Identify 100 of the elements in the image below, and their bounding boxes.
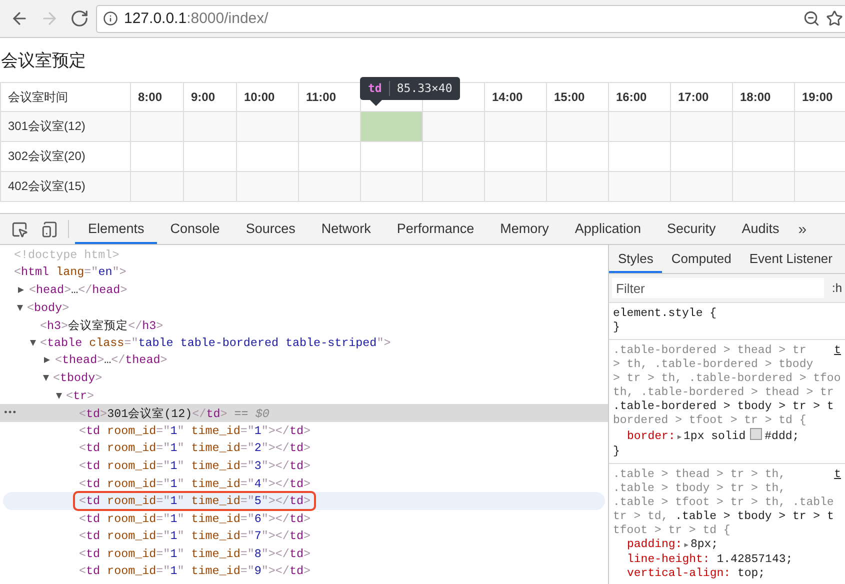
room-name-cell: 302会议室(20) <box>0 142 130 172</box>
dom-node-line[interactable]: <td room_id="1" time_id="8"></td> <box>73 544 316 564</box>
table-cell[interactable] <box>422 112 484 142</box>
table-cell[interactable] <box>484 142 546 172</box>
table-cell[interactable] <box>732 172 794 202</box>
css-selector-line: .table > tbody > tr > th, <box>613 482 786 496</box>
page-heading: 会议室预定 <box>1 50 87 72</box>
css-selector-line: > tr > th, .table-bordered > tfoo <box>613 372 841 386</box>
devtools-tab[interactable]: Sources <box>232 214 308 244</box>
color-swatch[interactable] <box>750 428 762 440</box>
table-cell[interactable] <box>298 142 360 172</box>
hover-state-toggle[interactable]: :h <box>832 281 842 295</box>
css-selector-line: tfoot > tr > td { <box>613 524 730 538</box>
table-cell[interactable] <box>484 172 546 202</box>
table-cell[interactable] <box>184 172 236 202</box>
table-cell[interactable] <box>670 142 732 172</box>
selected-dom-row[interactable]: ••• <td>301会议室(12)</td> == $0 <box>0 404 608 422</box>
closing-brace: } <box>613 445 621 459</box>
styles-pane-tab[interactable]: Event Listener <box>740 245 842 273</box>
css-selector-line: tr > td, .table > tbody > tr > t <box>613 510 834 524</box>
table-cell[interactable] <box>732 142 794 172</box>
table-cell[interactable] <box>422 142 484 172</box>
css-selector-line: .table-bordered > tbody > tr > t <box>613 400 834 414</box>
table-cell[interactable] <box>484 112 546 142</box>
table-cell[interactable] <box>360 172 422 202</box>
dom-node-line[interactable]: <head>…</head> <box>23 280 134 300</box>
stylesheet-link[interactable]: t <box>834 344 841 358</box>
tooltip-pointer <box>370 100 382 106</box>
url-text: 127.0.0.1:8000/index/ <box>124 10 268 27</box>
zoom-out-icon[interactable] <box>803 10 820 27</box>
highlighted-cell[interactable] <box>360 112 422 142</box>
disclosure-triangle-icon[interactable] <box>18 286 24 293</box>
table-cell[interactable] <box>608 142 670 172</box>
reload-icon[interactable] <box>70 9 88 28</box>
bookmark-star-icon[interactable] <box>826 10 843 27</box>
table-cell[interactable] <box>130 142 184 172</box>
dom-node-line[interactable]: <td room_id="1" time_id="7"></td> <box>73 526 316 546</box>
table-cell[interactable] <box>794 112 845 142</box>
table-cell[interactable] <box>236 172 298 202</box>
hovered-dom-row[interactable]: <td room_id="1" time_id="5"></td> <box>3 492 605 510</box>
devtools-tab[interactable]: Performance <box>384 214 488 244</box>
room-name-cell: 301会议室(12) <box>0 112 130 142</box>
dom-node-line[interactable]: <td room_id="1" time_id="3"></td> <box>73 456 316 476</box>
css-selector-line: .table > tfoot > tr > th, .table <box>613 496 834 510</box>
column-header: 会议室时间 <box>0 82 130 112</box>
disclosure-triangle-icon[interactable] <box>44 357 50 364</box>
table-cell[interactable] <box>670 172 732 202</box>
devtools-tab[interactable]: Security <box>654 214 729 244</box>
ellipsis-marker: ••• <box>3 408 16 418</box>
table-cell[interactable] <box>236 142 298 172</box>
css-selector-line: bordered > tfoot > tr > td { <box>613 414 806 428</box>
devtools-tab[interactable]: Console <box>157 214 233 244</box>
table-cell[interactable] <box>298 172 360 202</box>
closing-brace: } <box>613 321 621 335</box>
css-selector-line: .table-bordered > thead > tr <box>613 344 806 358</box>
stylesheet-link[interactable]: t <box>834 468 841 482</box>
table-cell[interactable] <box>608 172 670 202</box>
table-cell[interactable] <box>298 112 360 142</box>
devtools-tab[interactable]: Audits <box>728 214 792 244</box>
table-cell[interactable] <box>360 142 422 172</box>
table-cell[interactable] <box>236 112 298 142</box>
table-cell[interactable] <box>670 112 732 142</box>
devtools-tab[interactable]: Memory <box>487 214 562 244</box>
table-cell[interactable] <box>546 142 608 172</box>
table-cell[interactable] <box>184 142 236 172</box>
disclosure-triangle-icon[interactable] <box>17 304 23 311</box>
table-cell[interactable] <box>546 172 608 202</box>
table-cell[interactable] <box>732 112 794 142</box>
table-cell[interactable] <box>794 172 845 202</box>
table-cell[interactable] <box>422 172 484 202</box>
table-cell[interactable] <box>184 112 236 142</box>
address-bar[interactable]: 127.0.0.1:8000/index/ <box>96 4 845 32</box>
css-selector-line: element.style { <box>613 307 717 321</box>
disclosure-triangle-icon[interactable] <box>30 340 36 346</box>
table-cell[interactable] <box>546 112 608 142</box>
more-tabs-button[interactable]: » <box>792 214 813 244</box>
dom-node-line[interactable]: <td room_id="1" time_id="4"></td> <box>73 474 316 494</box>
devtools-tab[interactable]: Application <box>562 214 654 244</box>
room-name-cell: 402会议室(15) <box>0 172 130 202</box>
css-selector-line: th, .table-bordered > thead > tr <box>613 386 834 400</box>
devtools-tab[interactable]: Elements <box>75 214 158 244</box>
table-cell[interactable] <box>130 112 184 142</box>
devtools-tab[interactable]: Network <box>308 214 384 244</box>
info-icon[interactable] <box>103 11 118 26</box>
table-cell[interactable] <box>794 142 845 172</box>
dom-node-line[interactable]: <thead>…</thead> <box>49 350 174 370</box>
css-property-line: line-height: 1.42857143; <box>626 553 794 567</box>
styles-pane-tab[interactable]: Computed <box>662 245 740 273</box>
css-property-line: vertical-align: top; <box>626 567 766 581</box>
dom-node-line[interactable]: <td room_id="1" time_id="2"></td> <box>73 438 316 458</box>
css-selector-line: .table > thead > tr > th, <box>613 468 786 482</box>
css-selector-line: > th, .table-bordered > tbody <box>613 358 814 372</box>
dom-node-line[interactable]: <td room_id="1" time_id="6"></td> <box>73 508 316 529</box>
disclosure-triangle-icon[interactable] <box>43 374 49 381</box>
table-cell[interactable] <box>608 112 670 142</box>
dom-node-line[interactable]: <html lang="en"> <box>8 262 132 282</box>
dom-node-line[interactable]: <td room_id="1" time_id="9"></td> <box>73 561 316 582</box>
dom-node-line[interactable]: <tbody> <box>47 368 108 388</box>
table-cell[interactable] <box>130 172 184 202</box>
filter-field[interactable]: Filter <box>612 278 824 298</box>
